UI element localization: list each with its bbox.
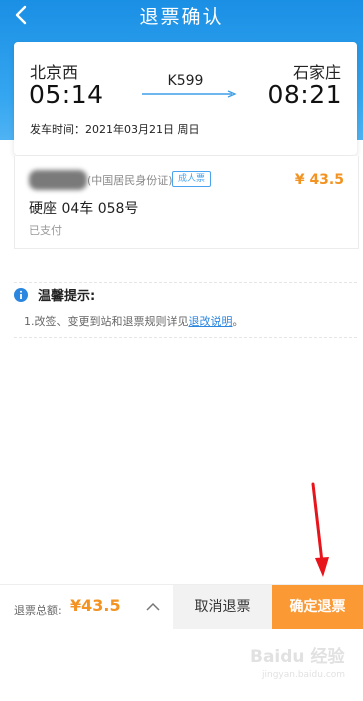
annotation-arrow-icon (311, 482, 329, 577)
passenger-price: ¥ 43.5 (294, 172, 344, 188)
bottom-action-bar: 退票总额: ¥43.5 取消退票 确定退票 (0, 584, 363, 629)
tips-section: 温馨提示: 1.改签、变更到站和退票规则详见退改说明。 (14, 282, 357, 338)
chevron-up-icon (146, 602, 160, 611)
cancel-refund-button[interactable]: 取消退票 (173, 585, 272, 629)
confirm-refund-button[interactable]: 确定退票 (272, 585, 363, 629)
baidu-watermark: Baidu 经验 jingyan.baidu.com (244, 640, 354, 690)
expand-details-button[interactable] (143, 598, 163, 616)
payment-status: 已支付 (29, 224, 62, 237)
trip-card: 北京西 石家庄 05:14 08:21 K599 发车时间：2021年03月21… (14, 42, 357, 155)
tips-text-suffix: 。 (232, 315, 244, 328)
title-bar: 退票确认 (0, 0, 363, 32)
tips-title: 温馨提示: (38, 289, 96, 304)
seat-info: 硬座 04车 058号 (29, 201, 139, 217)
refund-rules-link[interactable]: 退改说明 (189, 315, 233, 328)
tips-text-prefix: 1.改签、变更到站和退票规则详见 (24, 315, 189, 328)
info-icon (14, 287, 28, 302)
train-number: K599 (167, 73, 204, 89)
route-arrow-icon (142, 90, 237, 98)
refund-total-label: 退票总额: (14, 604, 62, 617)
departure-date-label: 发车时间： (30, 123, 85, 136)
watermark-subtext: jingyan.baidu.com (262, 670, 346, 680)
tips-text: 1.改签、变更到站和退票规则详见退改说明。 (24, 313, 244, 329)
passenger-card: (中国居民身份证) 成人票 ¥ 43.5 硬座 04车 058号 已支付 (14, 156, 359, 249)
page-title: 退票确认 (139, 6, 224, 28)
id-type: (中国居民身份证) (87, 174, 173, 187)
refund-total-value: ¥43.5 (70, 596, 121, 615)
ticket-type-badge: 成人票 (172, 171, 212, 187)
passenger-name-redacted (29, 170, 87, 190)
departure-date-value: 2021年03月21日 周日 (85, 123, 200, 136)
watermark-text: Baidu 经验 (250, 647, 345, 667)
departure-date: 发车时间：2021年03月21日 周日 (30, 121, 200, 137)
